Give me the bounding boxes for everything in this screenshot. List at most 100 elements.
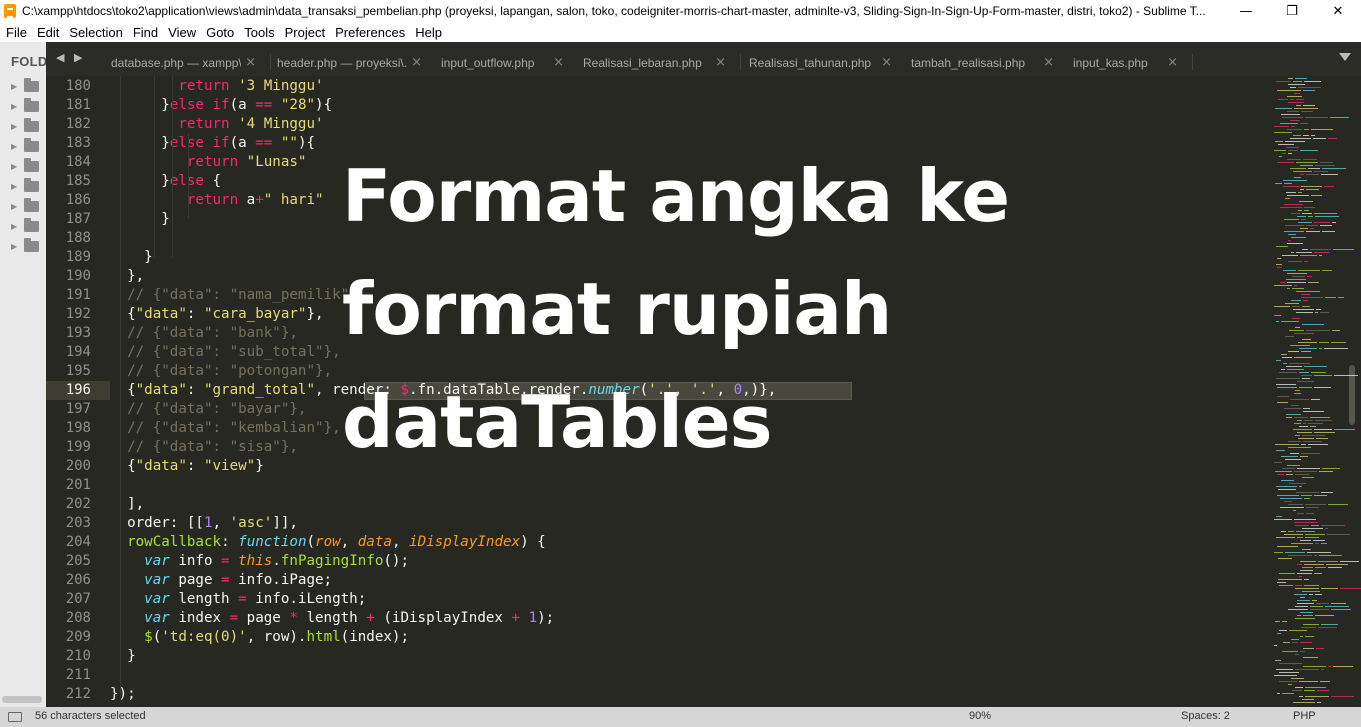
- code-line[interactable]: // {"data": "bank"},: [110, 324, 298, 343]
- menu-goto[interactable]: Goto: [202, 25, 240, 40]
- sidebar-folder[interactable]: ▶: [0, 216, 46, 236]
- tab-6[interactable]: input_kas.php ×: [1068, 49, 1188, 76]
- code-line[interactable]: {"data": "cara_bayar"},: [110, 305, 323, 324]
- status-indentation[interactable]: Spaces: 2: [1181, 710, 1230, 722]
- menu-help[interactable]: Help: [411, 25, 448, 40]
- tab-0[interactable]: database.php — xampp\...\config ×: [106, 49, 266, 76]
- minimap-line: [1275, 471, 1292, 472]
- code-line[interactable]: return '3 Minggu': [110, 77, 323, 96]
- expand-arrow-icon[interactable]: ▶: [11, 162, 21, 171]
- expand-arrow-icon[interactable]: ▶: [11, 242, 21, 251]
- tab-nav-arrows[interactable]: ◀ ▶: [56, 51, 85, 64]
- sidebar-folder[interactable]: ▶: [0, 96, 46, 116]
- sidebar-folder[interactable]: ▶: [0, 156, 46, 176]
- sidebar-folder[interactable]: ▶: [0, 236, 46, 256]
- code-line[interactable]: }: [110, 210, 170, 229]
- code-line[interactable]: $('td:eq(0)', row).html(index);: [110, 628, 409, 647]
- minimap-line: [1285, 303, 1299, 304]
- tab-1[interactable]: header.php — proyeksi\...\admin ×: [272, 49, 432, 76]
- menu-selection[interactable]: Selection: [65, 25, 128, 40]
- sidebar-folder[interactable]: ▶: [0, 176, 46, 196]
- menu-tools[interactable]: Tools: [240, 25, 280, 40]
- code-line[interactable]: return '4 Minggu': [110, 115, 323, 134]
- minimap-line: [1275, 108, 1292, 109]
- minimap[interactable]: [1226, 76, 1361, 707]
- minimap-line: [1308, 282, 1319, 283]
- tab-close-icon[interactable]: ×: [1043, 55, 1054, 70]
- sidebar-folder[interactable]: ▶: [0, 136, 46, 156]
- minimap-line: [1310, 249, 1331, 250]
- menu-edit[interactable]: Edit: [33, 25, 65, 40]
- menu-file[interactable]: File: [2, 25, 33, 40]
- code-line[interactable]: }: [110, 647, 136, 666]
- code-line[interactable]: // {"data": "potongan"},: [110, 362, 332, 381]
- minimap-line: [1300, 651, 1305, 652]
- expand-arrow-icon[interactable]: ▶: [11, 222, 21, 231]
- menu-find[interactable]: Find: [129, 25, 164, 40]
- code-line[interactable]: var length = info.iLength;: [110, 590, 366, 609]
- tab-close-icon[interactable]: ×: [1167, 55, 1178, 70]
- code-line[interactable]: ],: [110, 495, 144, 514]
- code-line[interactable]: var info = this.fnPagingInfo();: [110, 552, 409, 571]
- status-syntax[interactable]: PHP: [1293, 710, 1316, 722]
- expand-arrow-icon[interactable]: ▶: [11, 202, 21, 211]
- tab-close-icon[interactable]: ×: [715, 55, 726, 70]
- code-line[interactable]: rowCallback: function(row, data, iDispla…: [110, 533, 546, 552]
- code-line[interactable]: // {"data": "bayar"},: [110, 400, 306, 419]
- code-line[interactable]: // {"data": "kembalian"},: [110, 419, 341, 438]
- sidebar-folder[interactable]: ▶: [0, 196, 46, 216]
- sidebar-folder[interactable]: ▶: [0, 116, 46, 136]
- expand-arrow-icon[interactable]: ▶: [11, 142, 21, 151]
- minimap-line: [1301, 627, 1316, 628]
- sidebar-folder[interactable]: ▶: [0, 76, 46, 96]
- panel-toggle-icon[interactable]: [8, 712, 22, 722]
- tab-close-icon[interactable]: ×: [881, 55, 892, 70]
- menu-project[interactable]: Project: [281, 25, 331, 40]
- minimize-button[interactable]: —: [1223, 0, 1269, 22]
- minimap-line: [1293, 135, 1301, 136]
- code-line[interactable]: {"data": "view"}: [110, 457, 264, 476]
- code-line[interactable]: }: [110, 248, 153, 267]
- code-line[interactable]: }else {: [110, 172, 221, 191]
- code-line[interactable]: });: [110, 685, 136, 704]
- minimap-line: [1295, 654, 1299, 655]
- expand-arrow-icon[interactable]: ▶: [11, 182, 21, 191]
- expand-arrow-icon[interactable]: ▶: [11, 102, 21, 111]
- editor-scrollbar[interactable]: [1349, 365, 1355, 425]
- code-line[interactable]: return "Lunas": [110, 153, 307, 172]
- code-line[interactable]: var page = info.iPage;: [110, 571, 332, 590]
- expand-arrow-icon[interactable]: ▶: [11, 122, 21, 131]
- tab-5[interactable]: tambah_realisasi.php ×: [906, 49, 1064, 76]
- maximize-button[interactable]: ❐: [1269, 0, 1315, 22]
- minimap-line: [1299, 426, 1308, 427]
- code-line[interactable]: }else if(a == "28"){: [110, 96, 332, 115]
- tab-close-icon[interactable]: ×: [553, 55, 564, 70]
- tab-close-icon[interactable]: ×: [411, 55, 422, 70]
- tab-4[interactable]: Realisasi_tahunan.php ×: [744, 49, 902, 76]
- menu-view[interactable]: View: [164, 25, 202, 40]
- sidebar-scrollbar[interactable]: [2, 696, 42, 703]
- minimap-line: [1303, 666, 1326, 667]
- code-line[interactable]: return a+" hari": [110, 191, 324, 210]
- code-line[interactable]: // {"data": "sisa"},: [110, 438, 298, 457]
- code-line[interactable]: // {"data": "sub_total"},: [110, 343, 341, 362]
- minimap-line: [1333, 249, 1354, 250]
- minimap-line: [1295, 606, 1308, 607]
- tab-dropdown-icon[interactable]: [1339, 53, 1351, 61]
- minimap-line: [1288, 441, 1301, 442]
- tab-2[interactable]: input_outflow.php ×: [436, 49, 574, 76]
- expand-arrow-icon[interactable]: ▶: [11, 82, 21, 91]
- code-line[interactable]: order: [[1, 'asc']],: [110, 514, 298, 533]
- menu-preferences[interactable]: Preferences: [331, 25, 411, 40]
- code-line[interactable]: }else if(a == ""){: [110, 134, 315, 153]
- tab-3[interactable]: Realisasi_lebaran.php ×: [578, 49, 736, 76]
- tab-close-icon[interactable]: ×: [245, 55, 256, 70]
- minimap-line: [1299, 486, 1302, 487]
- code-line[interactable]: // {"data": "nama_pemilik"},: [110, 286, 366, 305]
- code-line[interactable]: var index = page * length + (iDisplayInd…: [110, 609, 554, 628]
- code-line[interactable]: },: [110, 267, 144, 286]
- close-button[interactable]: ✕: [1315, 0, 1361, 22]
- minimap-line: [1321, 669, 1324, 670]
- code-token: "grand_total": [203, 382, 316, 398]
- minimap-line: [1302, 378, 1310, 379]
